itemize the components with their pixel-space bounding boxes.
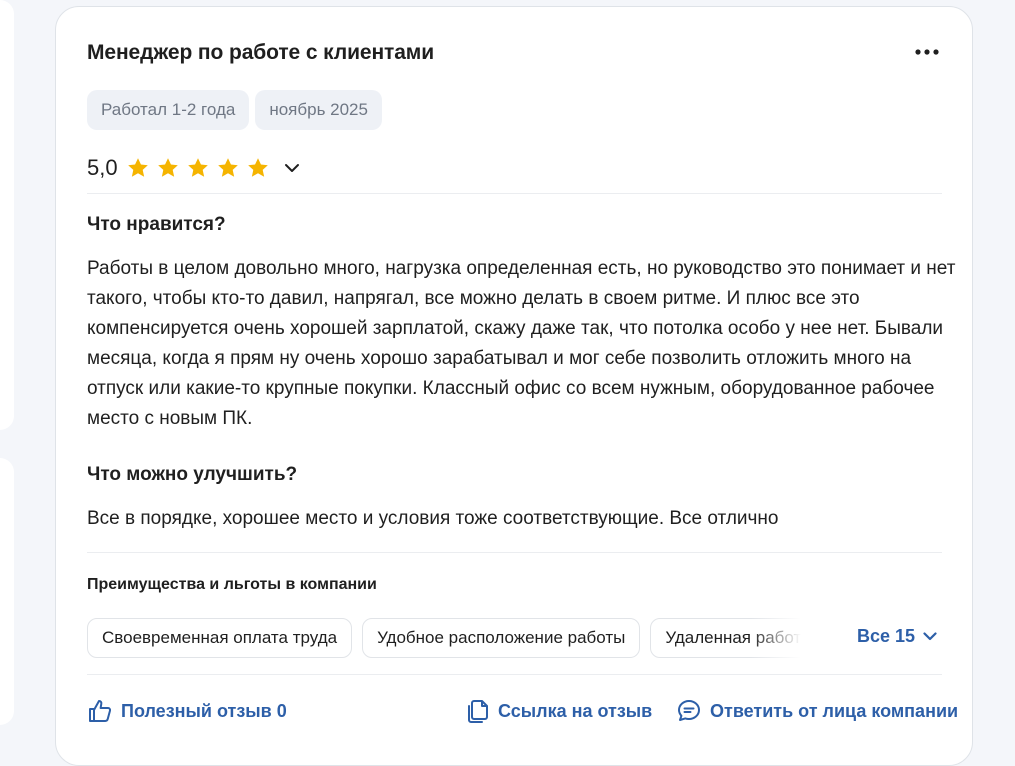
benefit-chip[interactable]: Удаленная работа [650,618,801,658]
chevron-down-icon [923,632,937,641]
divider [87,193,942,194]
more-dots-icon [915,49,939,55]
tag-work-period: Работал 1-2 года [87,90,250,130]
chat-bubble-icon [678,700,700,721]
likes-heading: Что нравится? [87,214,226,235]
helpful-review-label: Полезный отзыв 0 [121,700,287,721]
reply-as-company-button[interactable]: Ответить от лица компании [676,698,958,724]
reply-as-company-label: Ответить от лица компании [710,700,959,721]
review-title: Менеджер по работе с клиентами [87,41,435,64]
improve-heading: Что можно улучшить? [87,464,298,485]
helpful-review-button[interactable]: Полезный отзыв 0 [87,698,287,724]
rating-row: 5,0 [87,155,300,181]
more-options-button[interactable] [912,41,942,63]
benefits-heading: Преимущества и льготы в компании [87,576,377,593]
improve-text: Все в порядке, хорошее место и условия т… [87,508,779,529]
copy-review-link-button[interactable]: Ссылка на отзыв [466,698,652,724]
show-all-benefits-button[interactable]: Все 15 [857,626,937,647]
divider [87,552,942,553]
likes-text: Работы в целом довольно много, нагрузка … [87,258,956,429]
divider [87,674,942,675]
benefit-chip[interactable]: Удобное расположение работы [362,618,641,658]
left-panel-edge [0,0,14,430]
rating-value: 5,0 [87,155,118,180]
star-icon [187,158,208,177]
show-all-label: Все 15 [857,626,916,646]
thumbs-up-icon [89,700,112,722]
benefit-chip[interactable]: Своевременная оплата труда [87,618,353,658]
star-icon [127,158,148,177]
review-card: Менеджер по работе с клиентами Работал 1… [55,6,973,766]
benefits-list: Своевременная оплата труда Удобное распо… [87,618,801,658]
rating-details-toggle[interactable] [284,163,300,173]
left-panel-edge [0,458,14,725]
copy-link-icon [468,700,488,723]
star-icon [247,158,268,177]
copy-review-link-label: Ссылка на отзыв [498,700,653,721]
star-icon [217,158,238,177]
star-icon [157,158,178,177]
review-tags: Работал 1-2 года ноябрь 2025 [87,90,382,130]
tag-review-date: ноябрь 2025 [255,90,382,130]
